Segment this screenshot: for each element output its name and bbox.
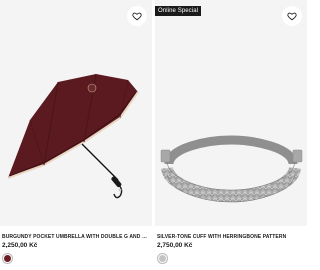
product-grid: BURGUNDY POCKET UMBRELLA WITH DOUBLE G A…	[0, 0, 307, 270]
swatch-color-burgundy	[4, 255, 11, 262]
color-swatch[interactable]	[157, 253, 168, 264]
umbrella-image	[7, 73, 139, 199]
product-price: 2,250,00 Kč	[2, 242, 38, 249]
product-price: 2,750,00 Kč	[157, 242, 193, 249]
wishlist-heart-button[interactable]	[127, 6, 147, 26]
heart-icon	[287, 12, 297, 21]
online-special-badge: Online Special	[155, 6, 202, 16]
product-title[interactable]: BURGUNDY POCKET UMBRELLA WITH DOUBLE G A…	[2, 234, 150, 241]
product-card-cuff[interactable]: Online Special SILVER-TONE CUFF WITH HER…	[155, 0, 307, 270]
color-swatch[interactable]	[2, 253, 13, 264]
product-image-cuff[interactable]	[155, 0, 307, 226]
swatch-color-silver	[159, 255, 166, 262]
product-title[interactable]: SILVER-TONE CUFF WITH HERRINGBONE PATTER…	[157, 234, 305, 241]
product-image-umbrella[interactable]	[0, 0, 152, 226]
heart-icon	[132, 12, 142, 21]
bracelet-image	[160, 135, 303, 203]
product-card-umbrella[interactable]: BURGUNDY POCKET UMBRELLA WITH DOUBLE G A…	[0, 0, 152, 270]
wishlist-heart-button[interactable]	[282, 6, 302, 26]
